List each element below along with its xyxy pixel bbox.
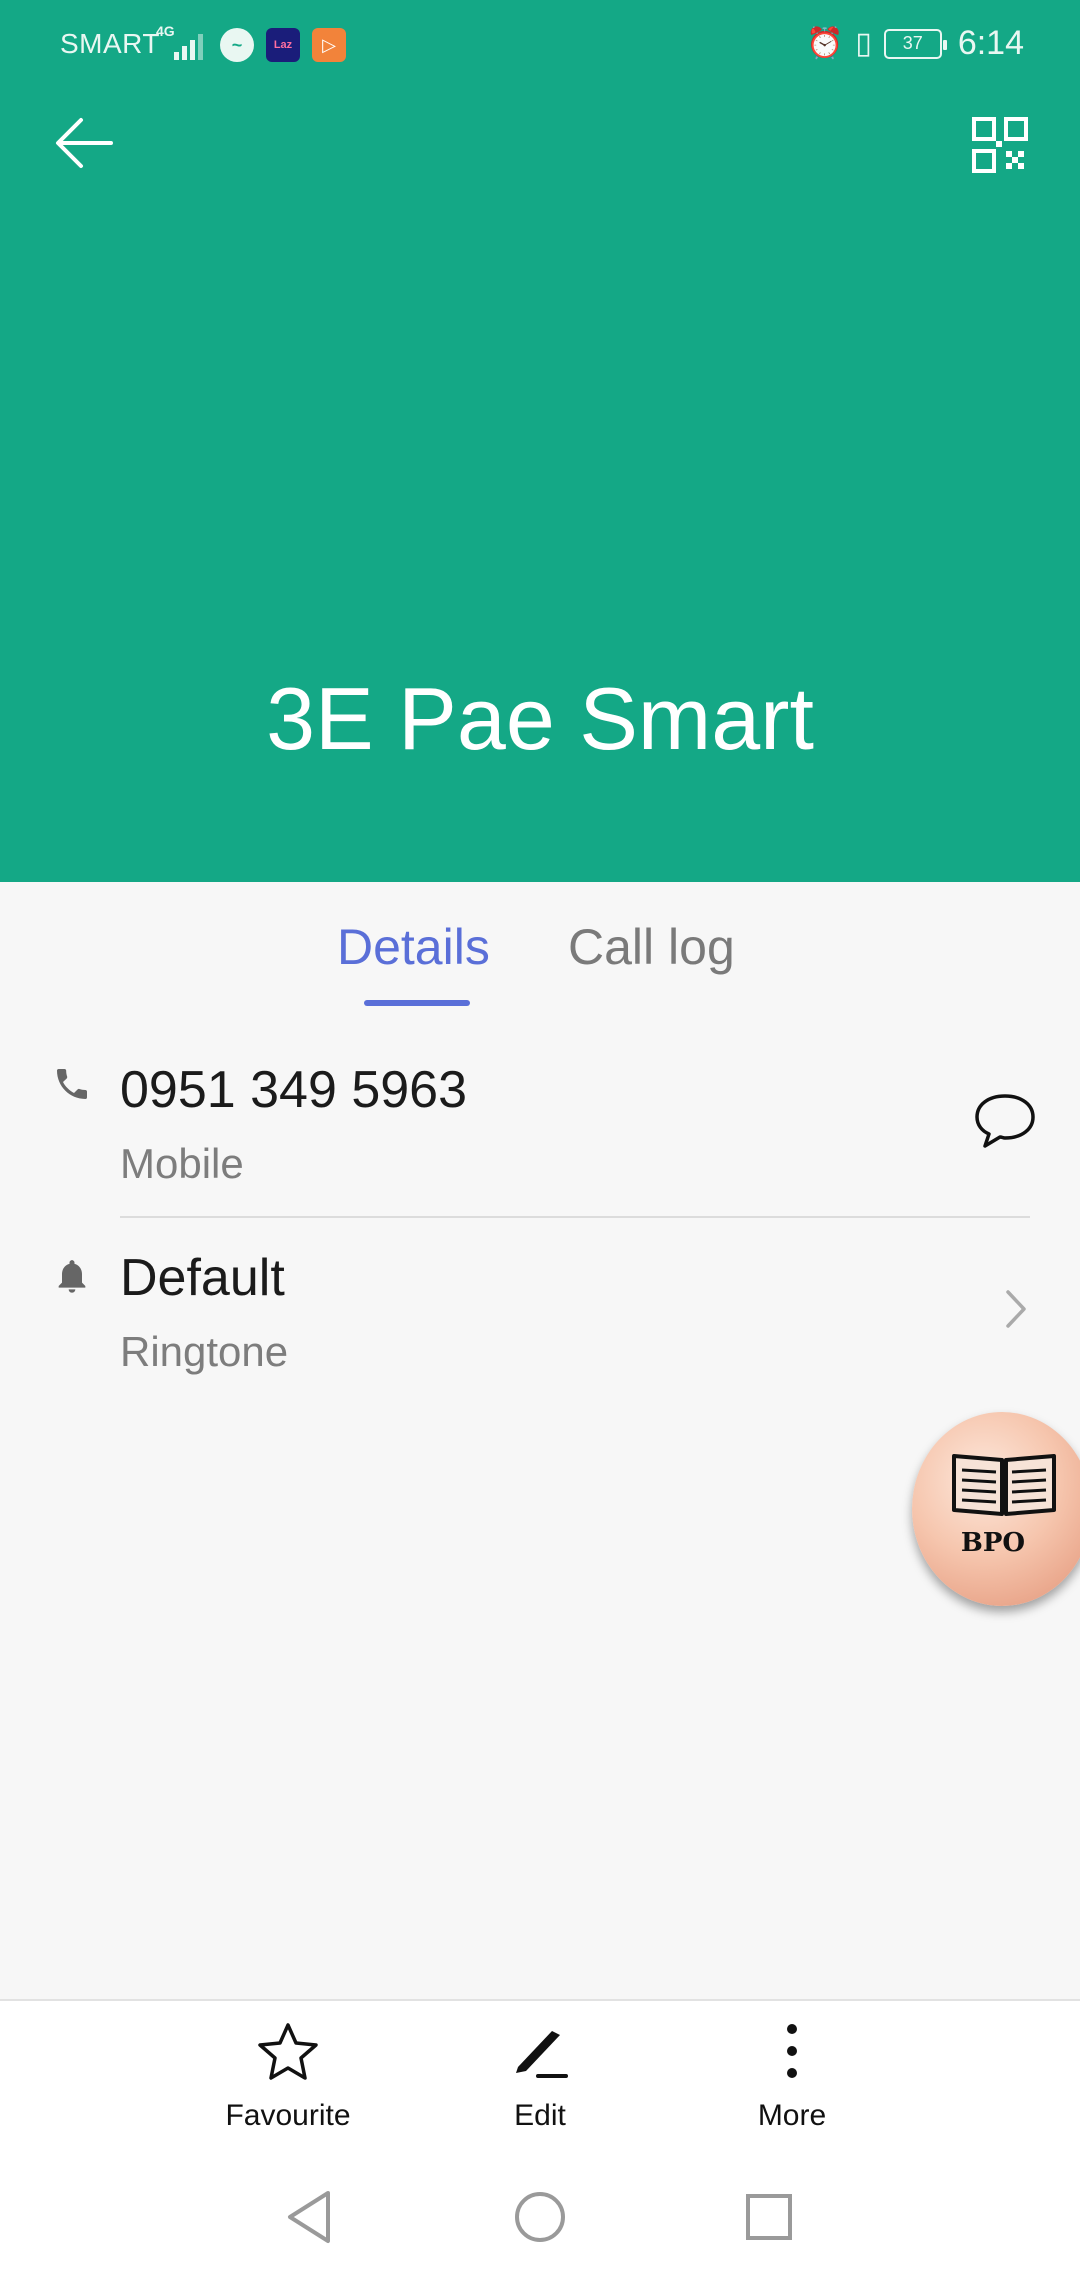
bell-icon bbox=[58, 1260, 86, 1293]
tab-details[interactable]: Details bbox=[337, 918, 490, 976]
favourite-button[interactable]: Favourite bbox=[203, 2021, 373, 2141]
contact-details-screen: SMART 4G ~ Laz ▷ ⏰ ▯ 37 6:14 3E Pae Smar… bbox=[0, 0, 1080, 2280]
back-button[interactable] bbox=[44, 108, 124, 178]
play-icon: ▷ bbox=[312, 28, 346, 62]
qr-code-icon bbox=[972, 117, 1028, 173]
nav-home-button[interactable] bbox=[505, 2182, 575, 2252]
floating-bpo-bubble[interactable]: BPO bbox=[912, 1412, 1080, 1606]
nav-back-button[interactable] bbox=[274, 2182, 344, 2252]
network-type: 4G bbox=[156, 23, 175, 39]
battery-icon: 37 bbox=[883, 28, 947, 59]
more-button[interactable]: More bbox=[707, 2021, 877, 2141]
nav-recents-button[interactable] bbox=[734, 2182, 804, 2252]
tab-call-log[interactable]: Call log bbox=[568, 918, 735, 976]
contact-name: 3E Pae Smart bbox=[266, 669, 814, 768]
book-icon bbox=[952, 1454, 1056, 1516]
nav-home-icon bbox=[515, 2192, 565, 2242]
bubble-label: BPO bbox=[960, 1528, 1026, 1558]
message-button[interactable] bbox=[970, 1086, 1040, 1156]
qr-code-button[interactable] bbox=[960, 108, 1040, 182]
signal-icon bbox=[174, 30, 210, 60]
vibrate-icon: ▯ bbox=[855, 27, 872, 60]
alarm-icon: ⏰ bbox=[805, 27, 844, 60]
row-divider bbox=[120, 1216, 1030, 1218]
pencil-icon bbox=[516, 2031, 568, 2078]
phone-number-row[interactable]: 0951 349 5963 Mobile bbox=[0, 1040, 1080, 1216]
more-vertical-icon bbox=[787, 2024, 797, 2078]
favourite-label: Favourite bbox=[225, 2099, 351, 2132]
messenger-icon: ~ bbox=[220, 28, 254, 62]
notification-icons: ~ Laz ▷ bbox=[220, 28, 346, 62]
clock: 6:14 bbox=[957, 24, 1024, 62]
bottom-action-bar: Favourite Edit More bbox=[0, 1999, 1080, 2144]
arrow-left-icon bbox=[56, 118, 113, 168]
edit-label: Edit bbox=[514, 2099, 566, 2132]
phone-number: 0951 349 5963 bbox=[120, 1061, 468, 1119]
tab-bar: Details Call log bbox=[0, 882, 1080, 1012]
edit-button[interactable]: Edit bbox=[455, 2021, 625, 2141]
more-label: More bbox=[757, 2099, 827, 2132]
nav-back-icon bbox=[288, 2191, 330, 2243]
status-bar: SMART 4G ~ Laz ▷ ⏰ ▯ 37 6:14 bbox=[0, 0, 1080, 92]
message-icon bbox=[975, 1094, 1035, 1148]
nav-recents-icon bbox=[746, 2194, 792, 2240]
lazada-icon: Laz bbox=[266, 28, 300, 62]
chevron-right-icon bbox=[1006, 1290, 1026, 1328]
tab-indicator bbox=[364, 1000, 470, 1006]
carrier-name: SMART bbox=[60, 28, 160, 59]
battery-level: 37 bbox=[902, 33, 923, 53]
system-nav-bar bbox=[0, 2144, 1080, 2280]
status-right: ⏰ ▯ 37 6:14 bbox=[806, 24, 1024, 63]
star-icon bbox=[258, 2023, 318, 2080]
phone-icon bbox=[57, 1069, 87, 1099]
ringtone-label: Ringtone bbox=[120, 1328, 289, 1375]
ringtone-row[interactable]: Default Ringtone bbox=[0, 1228, 1080, 1400]
phone-type: Mobile bbox=[120, 1140, 244, 1187]
ringtone-value: Default bbox=[120, 1249, 285, 1307]
contact-header: SMART 4G ~ Laz ▷ ⏰ ▯ 37 6:14 3E Pae Smar… bbox=[0, 0, 1080, 882]
